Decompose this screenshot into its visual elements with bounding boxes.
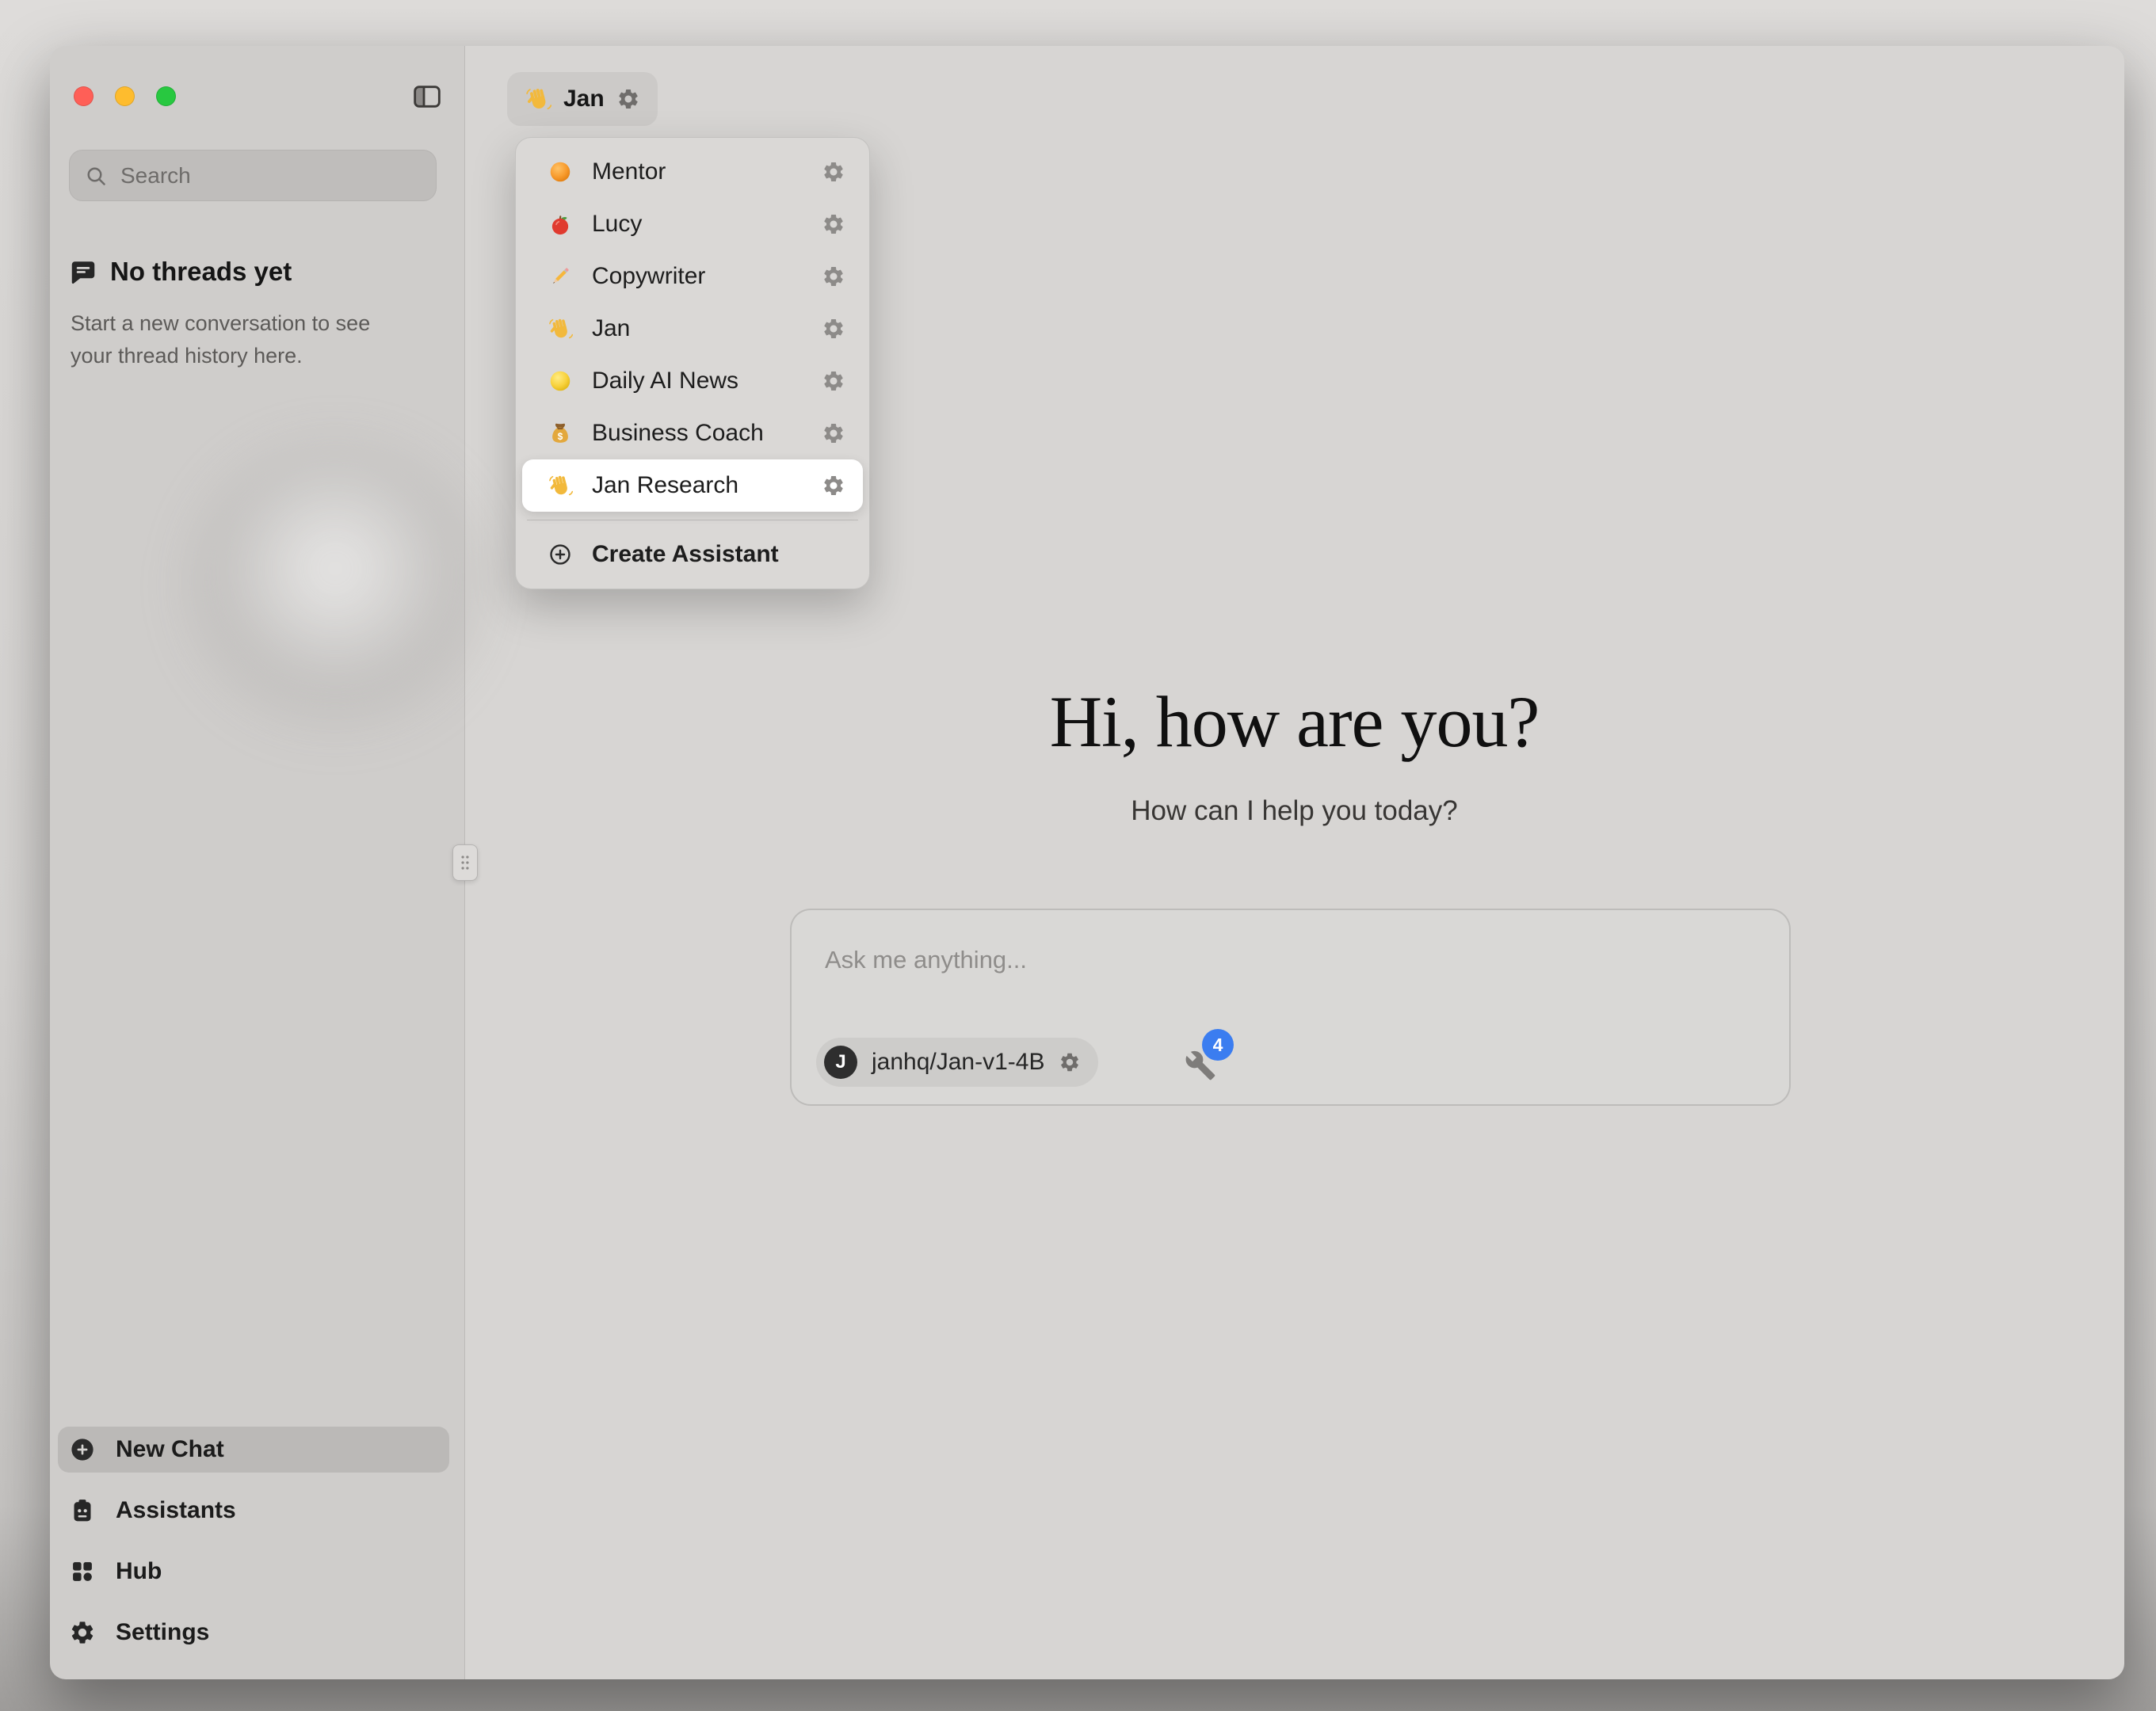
hub-icon	[69, 1558, 96, 1585]
close-button[interactable]	[74, 86, 93, 106]
wave-icon	[548, 473, 573, 498]
greeting-title: Hi, how are you?	[464, 680, 2124, 764]
plus-circle-filled-icon	[69, 1436, 96, 1463]
background-smudge	[185, 442, 486, 743]
main-area: Jan Mentor Lucy Copywriter	[464, 46, 2124, 1679]
gear-icon[interactable]	[822, 369, 845, 393]
gear-filled-icon	[69, 1619, 96, 1646]
message-input[interactable]	[823, 945, 1698, 975]
gear-icon[interactable]	[1059, 1051, 1081, 1073]
gear-icon[interactable]	[616, 87, 640, 111]
app-window: No threads yet Start a new conversation …	[50, 46, 2124, 1679]
search-input[interactable]	[119, 162, 422, 189]
assistants-icon	[69, 1497, 96, 1524]
orange-circle-icon	[548, 159, 573, 185]
gear-icon[interactable]	[822, 160, 845, 184]
gear-icon[interactable]	[822, 421, 845, 445]
apple-icon	[548, 211, 573, 237]
sidebar-item-label: Assistants	[116, 1497, 236, 1524]
minimize-button[interactable]	[115, 86, 135, 106]
assistant-menu-item-lucy[interactable]: Lucy	[522, 198, 863, 250]
gear-icon[interactable]	[822, 474, 845, 497]
tools-button[interactable]: 4	[1180, 1029, 1253, 1097]
sidebar-item-assistants[interactable]: Assistants	[58, 1488, 449, 1534]
zoom-button[interactable]	[156, 86, 176, 106]
empty-state-title: No threads yet	[110, 257, 292, 287]
search-icon	[84, 164, 108, 188]
plus-circle-icon	[548, 542, 573, 567]
assistant-menu-item-jan[interactable]: Jan	[522, 303, 863, 355]
model-name: janhq/Jan-v1-4B	[872, 1049, 1044, 1076]
gear-icon[interactable]	[822, 265, 845, 288]
model-selector[interactable]: J janhq/Jan-v1-4B	[816, 1038, 1098, 1087]
sidebar-item-label: Settings	[116, 1619, 209, 1646]
search-field[interactable]	[69, 150, 437, 201]
assistant-name: Jan	[563, 86, 605, 112]
assistant-menu-item-business-coach[interactable]: $ Business Coach	[522, 407, 863, 459]
money-bag-icon: $	[548, 421, 573, 446]
sidebar-item-new-chat[interactable]: New Chat	[58, 1427, 449, 1473]
drag-dots-icon	[460, 853, 471, 872]
sidebar: No threads yet Start a new conversation …	[50, 46, 465, 1679]
wave-icon	[525, 86, 551, 112]
chat-bubble-icon	[69, 257, 97, 286]
sidebar-resize-handle[interactable]	[452, 844, 478, 881]
svg-text:$: $	[558, 431, 563, 442]
sidebar-item-label: Hub	[116, 1558, 162, 1585]
sidebar-item-label: New Chat	[116, 1436, 224, 1463]
desktop-background: No threads yet Start a new conversation …	[0, 0, 2156, 1711]
assistant-menu-item-copywriter[interactable]: Copywriter	[522, 250, 863, 303]
gear-icon[interactable]	[822, 212, 845, 236]
window-controls	[74, 86, 176, 106]
assistant-menu-item-jan-research[interactable]: Jan Research	[522, 459, 863, 512]
gear-icon[interactable]	[822, 317, 845, 341]
composer: J janhq/Jan-v1-4B 4	[790, 909, 1791, 1106]
assistant-menu-item-mentor[interactable]: Mentor	[522, 146, 863, 198]
assistant-menu: Mentor Lucy Copywriter Jan	[515, 137, 870, 589]
empty-state: No threads yet	[69, 257, 292, 287]
assistant-menu-item-daily-ai-news[interactable]: Daily AI News	[522, 355, 863, 407]
sidebar-item-hub[interactable]: Hub	[58, 1549, 449, 1595]
sidebar-nav: New Chat Assistants Hub Settings	[58, 1427, 449, 1656]
tools-count-badge: 4	[1202, 1029, 1234, 1061]
yellow-circle-icon	[548, 368, 573, 394]
create-assistant-button[interactable]: Create Assistant	[522, 528, 863, 581]
model-avatar: J	[824, 1046, 857, 1079]
sidebar-item-settings[interactable]: Settings	[58, 1610, 449, 1656]
sidebar-toggle-icon[interactable]	[411, 81, 443, 112]
greeting-subtitle: How can I help you today?	[464, 795, 2124, 827]
pencil-icon	[548, 264, 573, 289]
assistant-selector[interactable]: Jan	[507, 72, 658, 126]
empty-state-description: Start a new conversation to see your thr…	[71, 307, 413, 372]
wave-icon	[548, 316, 573, 341]
